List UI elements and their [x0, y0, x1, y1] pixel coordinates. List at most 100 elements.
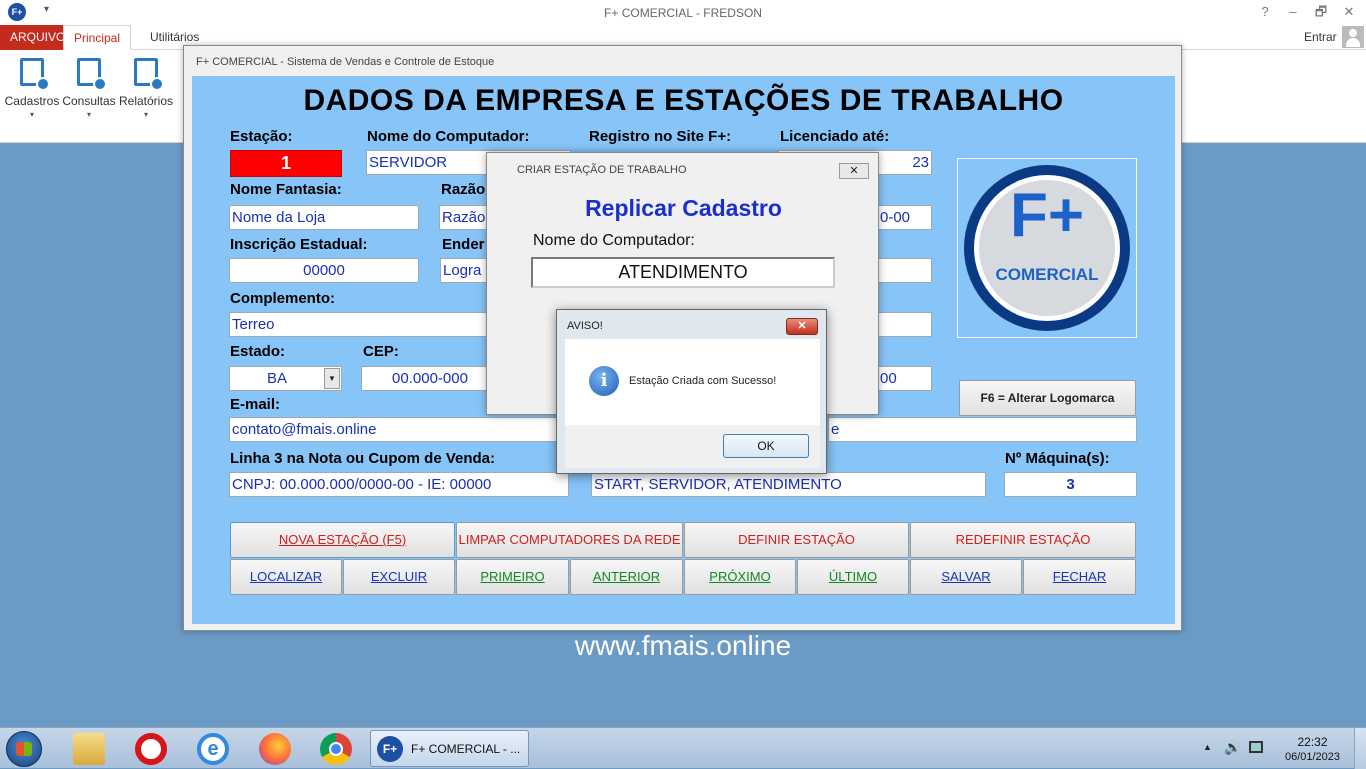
show-desktop-button[interactable]: [1354, 728, 1366, 769]
linha3-label: Linha 3 na Nota ou Cupom de Venda:: [230, 450, 496, 467]
localizar-button[interactable]: LOCALIZAR: [230, 559, 342, 595]
minimize-button[interactable]: –: [1278, 2, 1308, 22]
fone-field[interactable]: 00: [877, 366, 932, 391]
window-title: F+ COMERCIAL - FREDSON: [604, 6, 762, 20]
taskbar-app-button[interactable]: F+ F+ COMERCIAL - ...: [370, 730, 529, 767]
logo-fplus-text: F+: [1009, 181, 1085, 250]
nova-estacao-button[interactable]: NOVA ESTAÇÃO (F5): [230, 522, 455, 558]
taskbar: e F+ F+ COMERCIAL - ... ▲ 🔊 22:32 06/01/…: [0, 727, 1366, 769]
email-label: E-mail:: [230, 396, 281, 413]
avatar-body: [1346, 38, 1360, 47]
tray-expand-icon[interactable]: ▲: [1203, 742, 1212, 752]
computadores-field[interactable]: START, SERVIDOR, ATENDIMENTO: [591, 472, 986, 497]
ok-button[interactable]: OK: [723, 434, 809, 458]
nome-fantasia-label: Nome Fantasia:: [230, 181, 342, 198]
estacao-label: Estação:: [230, 128, 293, 145]
ribbon-cadastros-button[interactable]: Cadastros ▾: [4, 54, 60, 124]
avatar-head: [1349, 29, 1357, 37]
anterior-button[interactable]: ANTERIOR: [570, 559, 683, 595]
primeiro-button[interactable]: PRIMEIRO: [456, 559, 569, 595]
firefox-icon[interactable]: [259, 733, 291, 765]
dialog-title: AVISO!: [567, 320, 603, 332]
restore-button[interactable]: 🗗: [1306, 2, 1336, 22]
clock-date[interactable]: 06/01/2023: [1281, 751, 1344, 763]
taskbar-app-label: F+ COMERCIAL - ...: [411, 742, 521, 756]
clock-time[interactable]: 22:32: [1285, 735, 1340, 749]
website-caption: www.fmais.online: [574, 630, 792, 661]
bairro-field[interactable]: [877, 312, 932, 337]
tab-principal[interactable]: Principal: [63, 25, 132, 50]
company-logo: F+ COMERCIAL: [964, 165, 1130, 331]
inscricao-label: Inscrição Estadual:: [230, 236, 368, 253]
ribbon-button-label: Cadastros: [4, 94, 60, 108]
ribbon-button-label: Relatórios: [118, 94, 174, 108]
salvar-button[interactable]: SALVAR: [910, 559, 1022, 595]
replicar-heading: Replicar Cadastro: [585, 195, 782, 221]
cadastros-icon: [20, 58, 50, 91]
fechar-button[interactable]: FECHAR: [1023, 559, 1136, 595]
opera-browser-icon[interactable]: [135, 733, 167, 765]
proximo-button[interactable]: PRÓXIMO: [684, 559, 796, 595]
nome-computador-label: Nome do Computador:: [367, 128, 530, 145]
redefinir-estacao-button[interactable]: REDEFINIR ESTAÇÃO: [910, 522, 1136, 558]
licenciado-label: Licenciado até:: [780, 128, 890, 145]
dialog-body: i Estação Criada com Sucesso!: [565, 339, 820, 425]
volume-icon[interactable]: 🔊: [1224, 739, 1241, 756]
signin-link[interactable]: Entrar: [1304, 30, 1337, 44]
relatorios-icon: [134, 58, 164, 91]
estado-label: Estado:: [230, 343, 286, 360]
nome-fantasia-field[interactable]: Nome da Loja: [229, 205, 419, 230]
chevron-down-icon[interactable]: ▼: [324, 368, 340, 389]
complemento-label: Complemento:: [230, 290, 335, 307]
estado-select[interactable]: BA ▼: [229, 366, 342, 391]
maquinas-field[interactable]: 3: [1004, 472, 1137, 497]
dialog-footer: OK: [565, 425, 820, 468]
cep-field[interactable]: 00.000-000: [361, 366, 499, 391]
chevron-down-icon: ▾: [29, 110, 34, 119]
help-button[interactable]: ?: [1250, 2, 1280, 22]
numero-field[interactable]: [877, 258, 932, 283]
ultimo-button[interactable]: ÚLTIMO: [797, 559, 909, 595]
app-logo-icon: F+: [377, 736, 403, 762]
razao-label: Razão: [441, 181, 486, 198]
consultas-icon: [77, 58, 107, 91]
explorer-folder-icon[interactable]: [73, 733, 105, 765]
dialog-title: CRIAR ESTAÇÃO DE TRABALHO: [517, 164, 687, 176]
dialog-message: Estação Criada com Sucesso!: [629, 375, 777, 387]
internet-explorer-icon[interactable]: e: [197, 733, 229, 765]
ribbon-button-label: Consultas: [62, 94, 116, 108]
close-button[interactable]: ✕: [786, 318, 818, 335]
endereco-label: Ender: [442, 236, 485, 253]
complemento-field[interactable]: Terreo: [229, 312, 499, 337]
ribbon-relatorios-button[interactable]: Relatórios ▾: [118, 54, 174, 124]
nome-computador-input[interactable]: ATENDIMENTO: [531, 257, 835, 288]
user-avatar-icon[interactable]: [1342, 26, 1364, 48]
chrome-icon[interactable]: [320, 733, 352, 765]
close-icon[interactable]: ✕: [839, 163, 869, 179]
inscricao-field[interactable]: 00000: [229, 258, 419, 283]
logo-frame: F+ COMERCIAL: [957, 158, 1137, 338]
form-window-title: F+ COMERCIAL - Sistema de Vendas e Contr…: [196, 56, 495, 68]
limpar-computadores-button[interactable]: LIMPAR COMPUTADORES DA REDE: [456, 522, 683, 558]
logo-comercial-text: COMERCIAL: [995, 265, 1099, 284]
chevron-down-icon: ▾: [143, 110, 148, 119]
start-button[interactable]: [6, 731, 42, 767]
windows-logo-icon: [16, 742, 32, 756]
maquinas-label: Nº Máquina(s):: [1005, 450, 1110, 467]
email-field[interactable]: contato@fmais.online: [229, 417, 569, 442]
close-button[interactable]: ✕: [1334, 2, 1364, 22]
linha3-field[interactable]: CNPJ: 00.000.000/0000-00 - IE: 00000: [229, 472, 569, 497]
estado-value: BA: [266, 370, 287, 387]
site-field[interactable]: e: [828, 417, 1137, 442]
definir-estacao-button[interactable]: DEFINIR ESTAÇÃO: [684, 522, 909, 558]
aviso-dialog: AVISO! ✕ i Estação Criada com Sucesso! O…: [556, 309, 827, 474]
cnpj-field[interactable]: 0-00: [877, 205, 932, 230]
chevron-down-icon: ▾: [86, 110, 91, 119]
info-icon: i: [589, 366, 619, 396]
ribbon-consultas-button[interactable]: Consultas ▾: [61, 54, 117, 124]
alterar-logomarca-button[interactable]: F6 = Alterar Logomarca: [959, 380, 1136, 416]
excluir-button[interactable]: EXCLUIR: [343, 559, 455, 595]
nome-computador-label: Nome do Computador:: [533, 232, 695, 249]
estacao-field[interactable]: 1: [230, 150, 342, 177]
network-icon[interactable]: [1249, 741, 1263, 753]
